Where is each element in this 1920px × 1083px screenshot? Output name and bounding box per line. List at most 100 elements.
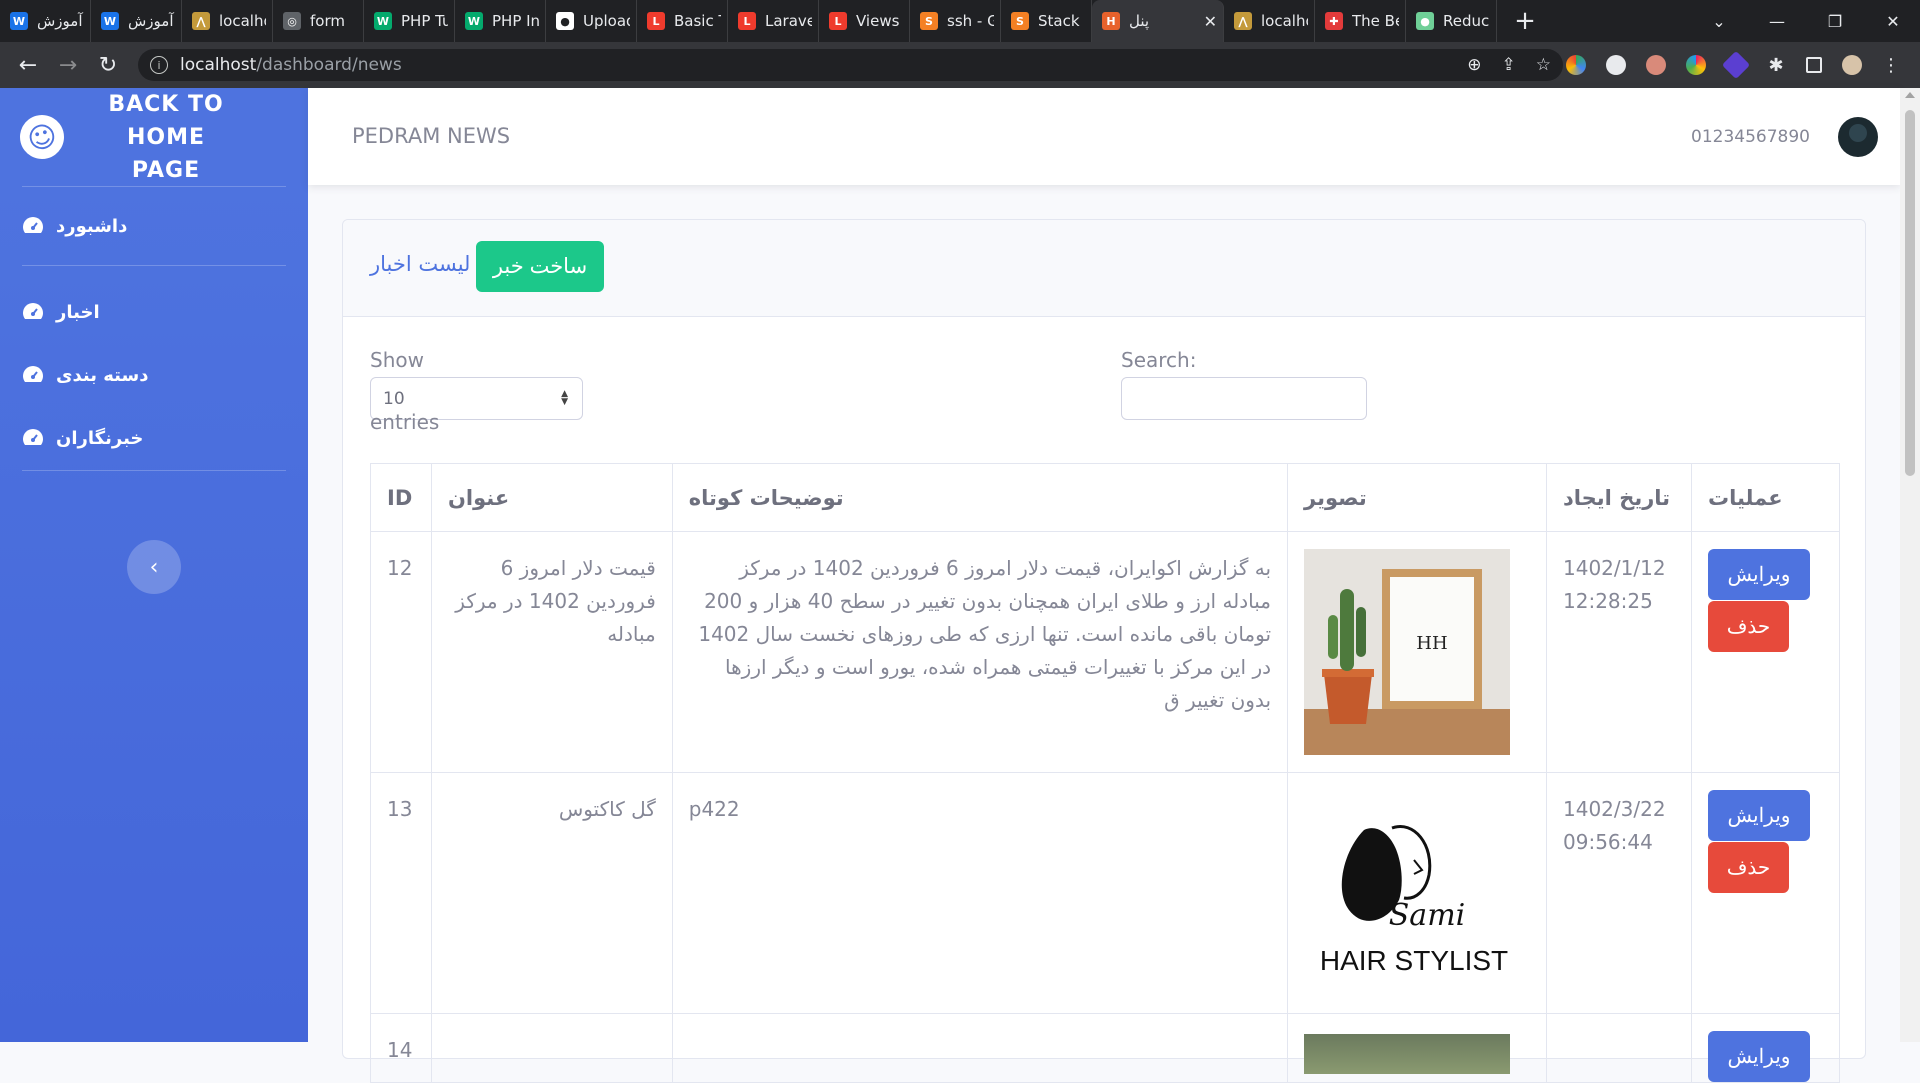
created-date: 1402/3/22 xyxy=(1563,797,1666,821)
edit-button[interactable]: ویرایش xyxy=(1707,1031,1810,1082)
browser-tab[interactable]: W آموزش xyxy=(91,0,182,42)
show-label: Show xyxy=(370,348,424,372)
extension-icon[interactable] xyxy=(1721,50,1751,80)
browser-tab[interactable]: S Stack C xyxy=(1001,0,1092,42)
new-tab-button[interactable]: + xyxy=(1507,6,1543,36)
minimize-button[interactable]: — xyxy=(1748,12,1806,31)
browser-tab[interactable]: H پنل ✕ xyxy=(1092,0,1224,42)
url-text[interactable]: localhost/dashboard/news xyxy=(180,55,402,75)
forward-icon[interactable]: → xyxy=(48,53,88,78)
tab-favicon-icon: ⋀ xyxy=(192,12,210,30)
reload-icon[interactable]: ↻ xyxy=(88,53,128,78)
browser-tab[interactable]: W آموزش xyxy=(0,0,91,42)
tab-favicon-icon: L xyxy=(647,12,665,30)
extension-icon[interactable] xyxy=(1686,55,1706,75)
tab-search-icon[interactable]: ⌄ xyxy=(1690,12,1748,31)
restore-button[interactable]: ❐ xyxy=(1806,12,1864,31)
browser-tab[interactable]: ◎ form xyxy=(273,0,364,42)
browser-tab[interactable]: ⋀ localho xyxy=(182,0,273,42)
sidebar-item-categories[interactable]: دسته بندی xyxy=(0,344,308,406)
tab-favicon-icon: ● xyxy=(556,12,574,30)
tab-label: localho xyxy=(1261,12,1308,30)
col-header-id[interactable]: ID xyxy=(370,463,432,532)
brand-text[interactable]: BACK TO HOME PAGE xyxy=(96,88,236,187)
browser-tab-strip: W آموزش W آموزش ⋀ localho ◎ form W PHP Tu W PHP Int… xyxy=(0,0,1920,42)
browser-tab[interactable]: L Views - xyxy=(819,0,910,42)
bookmark-star-icon[interactable]: ☆ xyxy=(1536,55,1551,75)
browser-tab[interactable]: ● Reduce xyxy=(1406,0,1497,42)
created-time: 09:56:44 xyxy=(1563,830,1653,854)
puzzle-icon[interactable]: ✱ xyxy=(1766,55,1786,76)
cell-image: Sami HAIR STYLIST xyxy=(1287,772,1547,1014)
edit-button[interactable]: ویرایش xyxy=(1707,549,1810,600)
tab-label: Reduce xyxy=(1443,12,1490,30)
browser-tab[interactable]: L Laravel xyxy=(728,0,819,42)
browser-toolbar: ← → ↻ i localhost/dashboard/news ⊕ ⇪ ☆ ✱… xyxy=(0,42,1920,88)
cactus-frame-image: HH xyxy=(1304,549,1511,755)
extensions-area: ✱ ⋮ xyxy=(1556,42,1902,88)
tachometer-icon xyxy=(23,366,43,382)
browser-tab[interactable]: L Basic Ta xyxy=(637,0,728,42)
scroll-up-arrow[interactable] xyxy=(1905,92,1915,98)
extension-icon[interactable] xyxy=(1646,55,1666,75)
cell-id: 12 xyxy=(370,531,432,773)
profile-avatar[interactable] xyxy=(1842,55,1862,75)
sidebar-brand[interactable]: ☺ BACK TO HOME PAGE xyxy=(0,88,308,186)
cell-summary: p422 xyxy=(671,772,1289,1014)
tab-favicon-icon: L xyxy=(738,12,756,30)
delete-button[interactable]: حذف xyxy=(1707,842,1789,893)
topbar: PEDRAM NEWS 01234567890 xyxy=(308,88,1900,185)
create-news-button[interactable]: ساخت خبر xyxy=(476,241,604,292)
back-icon[interactable]: ← xyxy=(8,53,48,78)
delete-button[interactable]: حذف xyxy=(1707,601,1789,652)
sidebar-item-reporters[interactable]: خبرنگاران xyxy=(0,406,308,470)
cell-title: قیمت دلار امروز 6 فروردین 1402 در مرکز م… xyxy=(430,531,673,773)
sidebar-item-dashboard[interactable]: داشبورد xyxy=(0,187,308,265)
share-icon[interactable]: ⇪ xyxy=(1502,55,1516,75)
user-name[interactable]: 01234567890 xyxy=(1691,127,1810,147)
col-header-actions[interactable]: عملیات xyxy=(1690,463,1841,532)
sidebar: ☺ BACK TO HOME PAGE داشبورد اخبار دسته ب… xyxy=(0,88,308,1042)
edit-button[interactable]: ویرایش xyxy=(1707,790,1810,841)
sidebar-item-news[interactable]: اخبار xyxy=(0,280,308,344)
page-scrollbar[interactable] xyxy=(1900,88,1920,1042)
table-header-row: ID عنوان توضیحات کوتاه تصویر تاریخ ایجاد… xyxy=(370,463,1841,532)
close-tab-icon[interactable]: ✕ xyxy=(1204,12,1217,31)
sidebar-toggle-button[interactable]: ‹ xyxy=(127,540,181,594)
entries-label: entries xyxy=(370,410,440,434)
extension-icon[interactable] xyxy=(1566,55,1586,75)
tab-favicon-icon: W xyxy=(465,12,483,30)
cell-actions: ویرایش xyxy=(1690,1013,1841,1083)
col-header-title[interactable]: عنوان xyxy=(430,463,673,532)
col-header-summary[interactable]: توضیحات کوتاه xyxy=(671,463,1289,532)
close-window-button[interactable]: ✕ xyxy=(1864,12,1920,31)
table-row: 14 ویرایش xyxy=(370,1013,1841,1083)
laugh-wink-icon: ☺ xyxy=(15,110,69,164)
browser-tab[interactable]: ⋀ localho xyxy=(1224,0,1315,42)
zoom-icon[interactable]: ⊕ xyxy=(1467,55,1481,75)
sidebar-item-label: دسته بندی xyxy=(56,364,149,386)
browser-tab[interactable]: W PHP Tu xyxy=(364,0,455,42)
tab-favicon-icon: L xyxy=(829,12,847,30)
browser-tab[interactable]: ● Upload xyxy=(546,0,637,42)
table-row: 12 قیمت دلار امروز 6 فروردین 1402 در مرک… xyxy=(370,531,1841,773)
svg-text:HH: HH xyxy=(1416,633,1447,654)
scroll-thumb[interactable] xyxy=(1905,110,1915,476)
cell-actions: ویرایش حذف xyxy=(1690,772,1841,1014)
extension-icon[interactable] xyxy=(1606,55,1626,75)
tab-label: آموزش xyxy=(37,12,83,30)
site-info-icon[interactable]: i xyxy=(150,56,168,74)
address-bar[interactable]: i localhost/dashboard/news ⊕ ⇪ ☆ xyxy=(138,49,1563,81)
hair-stylist-logo-image: Sami HAIR STYLIST xyxy=(1304,790,1511,996)
col-header-image[interactable]: تصویر xyxy=(1287,463,1547,532)
menu-kebab-icon[interactable]: ⋮ xyxy=(1882,55,1900,76)
side-panel-icon[interactable] xyxy=(1806,57,1822,73)
tab-favicon-icon: H xyxy=(1102,12,1120,30)
browser-tab[interactable]: W PHP Int xyxy=(455,0,546,42)
browser-tab[interactable]: Sssh - G xyxy=(910,0,1001,42)
col-header-created[interactable]: تاریخ ایجاد xyxy=(1546,463,1692,532)
search-input[interactable] xyxy=(1121,377,1367,420)
browser-tab[interactable]: ✚ The Be xyxy=(1315,0,1406,42)
user-avatar[interactable] xyxy=(1838,117,1878,157)
cell-image xyxy=(1287,1013,1547,1083)
